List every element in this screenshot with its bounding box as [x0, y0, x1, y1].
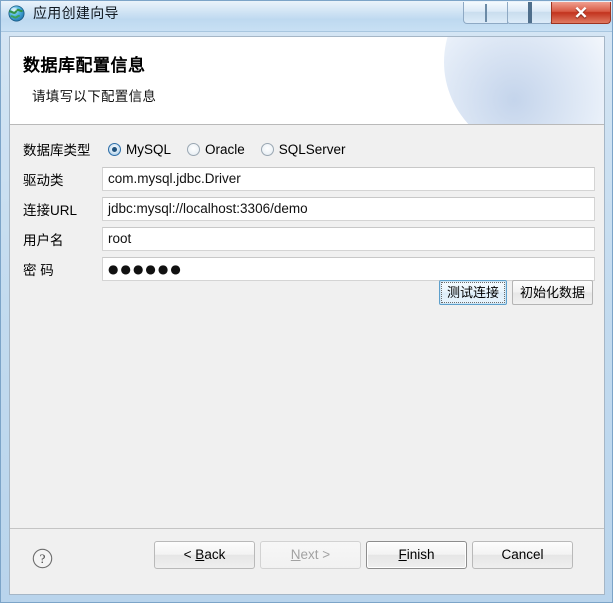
radio-sqlserver[interactable]: SQLServer	[260, 141, 346, 157]
init-data-button[interactable]: 初始化数据	[511, 280, 593, 305]
page-subtitle: 请填写以下配置信息	[32, 89, 157, 104]
title-bar[interactable]: 应用创建向导 ✕	[1, 1, 612, 32]
radio-mysql[interactable]: MySQL	[108, 142, 171, 157]
finish-suffix: inish	[406, 547, 435, 562]
radio-dot-icon	[108, 142, 121, 156]
page-title: 数据库配置信息	[23, 56, 146, 75]
driver-class-label: 驱动类	[23, 173, 64, 188]
db-type-radio-group: MySQL Oracle SQLServer	[108, 136, 346, 162]
svg-text:?: ?	[40, 551, 46, 566]
driver-class-input[interactable]: com.mysql.jdbc.Driver	[102, 167, 595, 191]
username-input[interactable]: root	[102, 227, 595, 251]
globe-icon	[8, 5, 25, 22]
back-button[interactable]: < Back	[154, 541, 255, 569]
next-suffix: ext >	[300, 547, 331, 562]
test-connection-label: 测试连接	[446, 285, 499, 300]
help-icon[interactable]: ?	[32, 548, 53, 569]
minimize-button[interactable]	[463, 2, 508, 24]
title-bar-left: 应用创建向导	[8, 5, 119, 22]
finish-button[interactable]: Finish	[366, 541, 467, 569]
radio-oracle[interactable]: Oracle	[187, 142, 245, 157]
db-action-buttons: 测试连接 初始化数据	[438, 280, 593, 305]
radio-mysql-label: MySQL	[126, 141, 172, 157]
wizard-dialog: 数据库配置信息 请填写以下配置信息 数据库类型 MySQL Oracle SQL…	[9, 36, 605, 595]
radio-oracle-label: Oracle	[205, 141, 245, 157]
radio-dot-icon	[260, 142, 274, 156]
header-decoration	[444, 37, 604, 124]
next-mnemonic: N	[290, 547, 301, 562]
password-label: 密 码	[23, 263, 54, 278]
window-controls: ✕	[463, 1, 611, 26]
wizard-header: 数据库配置信息 请填写以下配置信息	[10, 37, 604, 125]
close-button[interactable]: ✕	[551, 2, 611, 24]
db-type-label: 数据库类型	[23, 143, 91, 158]
wizard-footer: ? < Back Next > Finish Cancel	[10, 529, 604, 594]
test-connection-button[interactable]: 测试连接	[438, 280, 507, 305]
maximize-button[interactable]	[507, 1, 552, 24]
window-title: 应用创建向导	[33, 5, 119, 21]
application-window: 应用创建向导 ✕ 数据库配置信息 请填写以下配置信息 数据库类型 MySQL O…	[0, 0, 613, 603]
wizard-nav-buttons: < Back Next > Finish Cancel	[154, 541, 573, 569]
username-label: 用户名	[23, 233, 64, 248]
close-icon: ✕	[573, 3, 589, 22]
cancel-label: Cancel	[501, 547, 544, 562]
maximize-icon	[527, 1, 532, 23]
back-prefix: <	[183, 547, 196, 562]
connection-url-input[interactable]: jdbc:mysql://localhost:3306/demo	[102, 197, 595, 221]
connection-url-label: 连接URL	[23, 203, 78, 218]
next-button[interactable]: Next >	[260, 541, 361, 569]
init-data-label: 初始化数据	[519, 285, 585, 300]
password-input[interactable]: ●●●●●●	[102, 257, 595, 281]
finish-mnemonic: F	[398, 547, 407, 562]
form-area: 数据库类型 MySQL Oracle SQLServer 驱动类 com.mys…	[10, 125, 604, 529]
radio-dot-icon	[187, 142, 201, 156]
minimize-icon	[484, 3, 487, 22]
back-mnemonic: B	[195, 547, 205, 562]
radio-sqlserver-label: SQLServer	[278, 141, 346, 157]
cancel-button[interactable]: Cancel	[472, 541, 573, 569]
back-suffix: ack	[204, 547, 226, 562]
